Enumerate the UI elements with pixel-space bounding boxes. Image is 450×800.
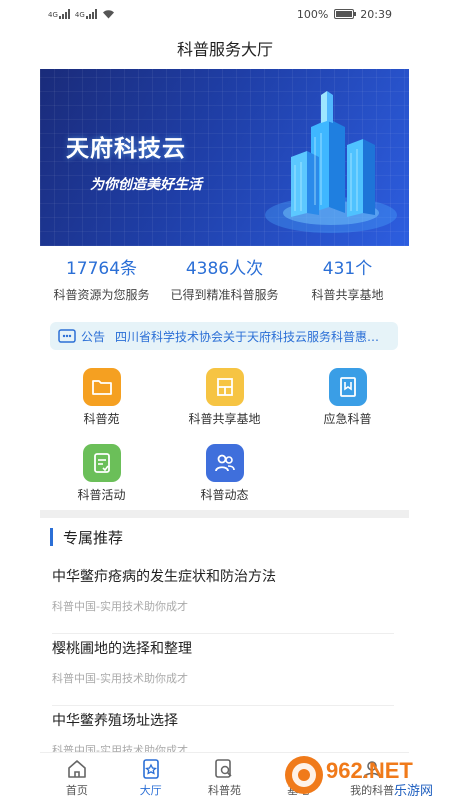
battery-icon: [334, 9, 357, 19]
menu-label: 科普动态: [200, 488, 249, 502]
menu-item-activities[interactable]: 科普活动: [40, 444, 163, 520]
site-watermark: 962.NET 乐游网: [285, 756, 433, 799]
tab-kepuyuan[interactable]: 科普苑: [188, 753, 262, 800]
recommend-title: 专属推荐: [63, 528, 124, 547]
signal-icon: 4G: [48, 9, 70, 19]
list-item[interactable]: 中华鳖疖疮病的发生症状和防治方法 科普中国-实用技术助你成才: [52, 562, 394, 634]
stats-row: 17764条 科普资源为您服务 4386人次 已得到精准科普服务 431个 科普…: [40, 254, 409, 314]
signal-label-2: 4G: [74, 11, 85, 19]
menu-label: 科普共享基地: [188, 412, 261, 426]
status-bar: 4G 4G 100% 20:39: [0, 0, 450, 28]
watermark-sub: 乐游网: [394, 784, 433, 799]
section-divider: [40, 510, 409, 518]
stat-value: 4386人次: [185, 259, 264, 279]
stat-value: 431个: [322, 259, 373, 279]
page-header: 科普服务大厅: [0, 28, 450, 68]
home-icon: [68, 760, 86, 778]
folder-icon: [82, 368, 121, 406]
article-title: 中华鳖疖疮病的发生症状和防治方法: [52, 569, 276, 585]
menu-label: 科普苑: [83, 412, 120, 426]
stat-bases: 431个 科普共享基地: [286, 254, 409, 314]
announcement-tag: 公告: [81, 329, 106, 344]
feature-menu: 科普苑 科普共享基地 应急科普 科普活动 科普动态: [40, 368, 409, 520]
clipboard-icon: [82, 444, 121, 482]
promo-banner[interactable]: 天府科技云 为你创造美好生活: [40, 69, 409, 246]
stat-label: 已得到精准科普服务: [170, 288, 279, 302]
article-title: 樱桃圃地的选择和整理: [52, 641, 192, 657]
tab-hall[interactable]: 大厅: [114, 753, 188, 800]
signal-label-1: 4G: [48, 11, 58, 19]
menu-item-shared-base[interactable]: 科普共享基地: [163, 368, 286, 444]
battery-percent: 100%: [296, 7, 329, 21]
menu-label: 应急科普: [323, 412, 372, 426]
menu-label: 科普活动: [77, 488, 126, 502]
stat-value: 17764条: [65, 259, 138, 279]
status-right: 100% 20:39: [297, 8, 392, 21]
menu-item-emergency[interactable]: 应急科普: [286, 368, 409, 444]
search-doc-icon: [215, 759, 233, 778]
announcement-icon: [58, 329, 76, 343]
grid-blocks-icon: [205, 368, 244, 406]
article-source: 科普中国-实用技术助你成才: [52, 672, 188, 685]
stat-label: 科普资源为您服务: [53, 288, 150, 302]
people-icon: [205, 444, 244, 482]
tab-home[interactable]: 首页: [40, 753, 114, 800]
stat-served: 4386人次 已得到精准科普服务: [163, 254, 286, 314]
clock: 20:39: [360, 7, 392, 21]
wifi-icon: [102, 10, 114, 19]
stat-resources: 17764条 科普资源为您服务: [40, 254, 163, 314]
banner-title: 天府科技云: [66, 136, 186, 162]
watermark-brand: 962.NET: [326, 758, 413, 783]
bookmark-icon: [328, 368, 367, 406]
banner-slogan: 为你创造美好生活: [90, 177, 202, 193]
tab-label: 首页: [65, 784, 88, 797]
menu-item-news[interactable]: 科普动态: [163, 444, 286, 520]
tab-label: 大厅: [139, 784, 162, 797]
announcement-text[interactable]: 四川省科学技术协会关于天府科技云服务科普惠民...: [115, 328, 390, 345]
stat-label: 科普共享基地: [311, 288, 384, 302]
menu-item-kepuyuan[interactable]: 科普苑: [40, 368, 163, 444]
page-title: 科普服务大厅: [176, 40, 273, 59]
tab-label: 科普苑: [207, 784, 241, 797]
status-left: 4G 4G: [48, 9, 115, 19]
signal-icon-2: 4G: [75, 9, 97, 19]
city-illustration: [265, 91, 397, 233]
recommend-heading: 专属推荐: [50, 526, 123, 548]
article-source: 科普中国-实用技术助你成才: [52, 600, 188, 613]
star-bookmark-icon: [142, 759, 159, 779]
list-item[interactable]: 樱桃圃地的选择和整理 科普中国-实用技术助你成才: [52, 634, 394, 706]
announcement-bar[interactable]: 公告 四川省科学技术协会关于天府科技云服务科普惠民...: [50, 322, 398, 350]
article-title: 中华鳖养殖场址选择: [52, 713, 178, 729]
recommend-list: 中华鳖疖疮病的发生症状和防治方法 科普中国-实用技术助你成才 樱桃圃地的选择和整…: [52, 562, 394, 778]
